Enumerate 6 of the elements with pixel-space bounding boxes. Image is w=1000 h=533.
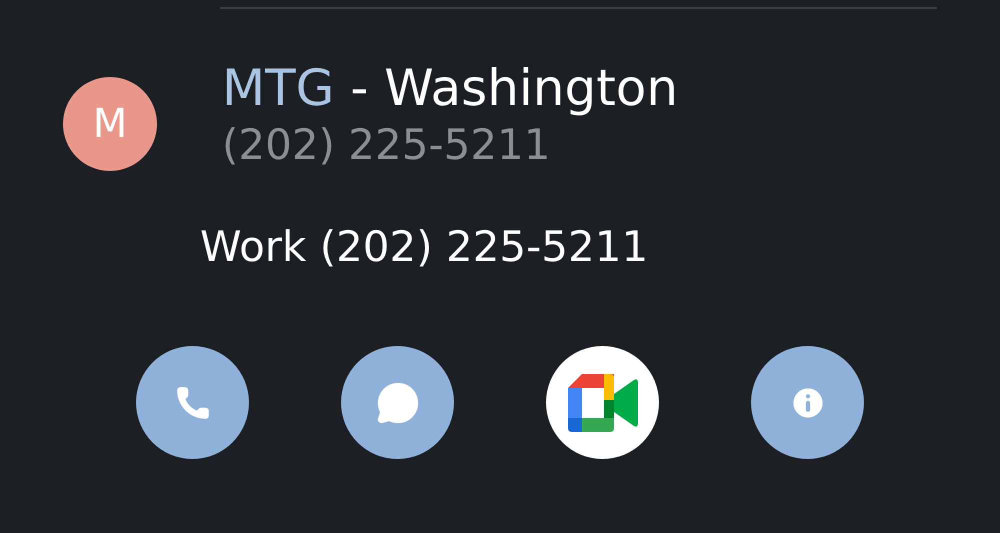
avatar: M (63, 77, 157, 171)
contact-phone: (202) 225-5211 (222, 119, 552, 171)
work-number: Work (202) 225-5211 (200, 221, 648, 273)
chat-bubble-icon (376, 380, 420, 424)
video-camera-icon (568, 374, 638, 432)
contact-name: MTG - Washington (222, 58, 678, 119)
